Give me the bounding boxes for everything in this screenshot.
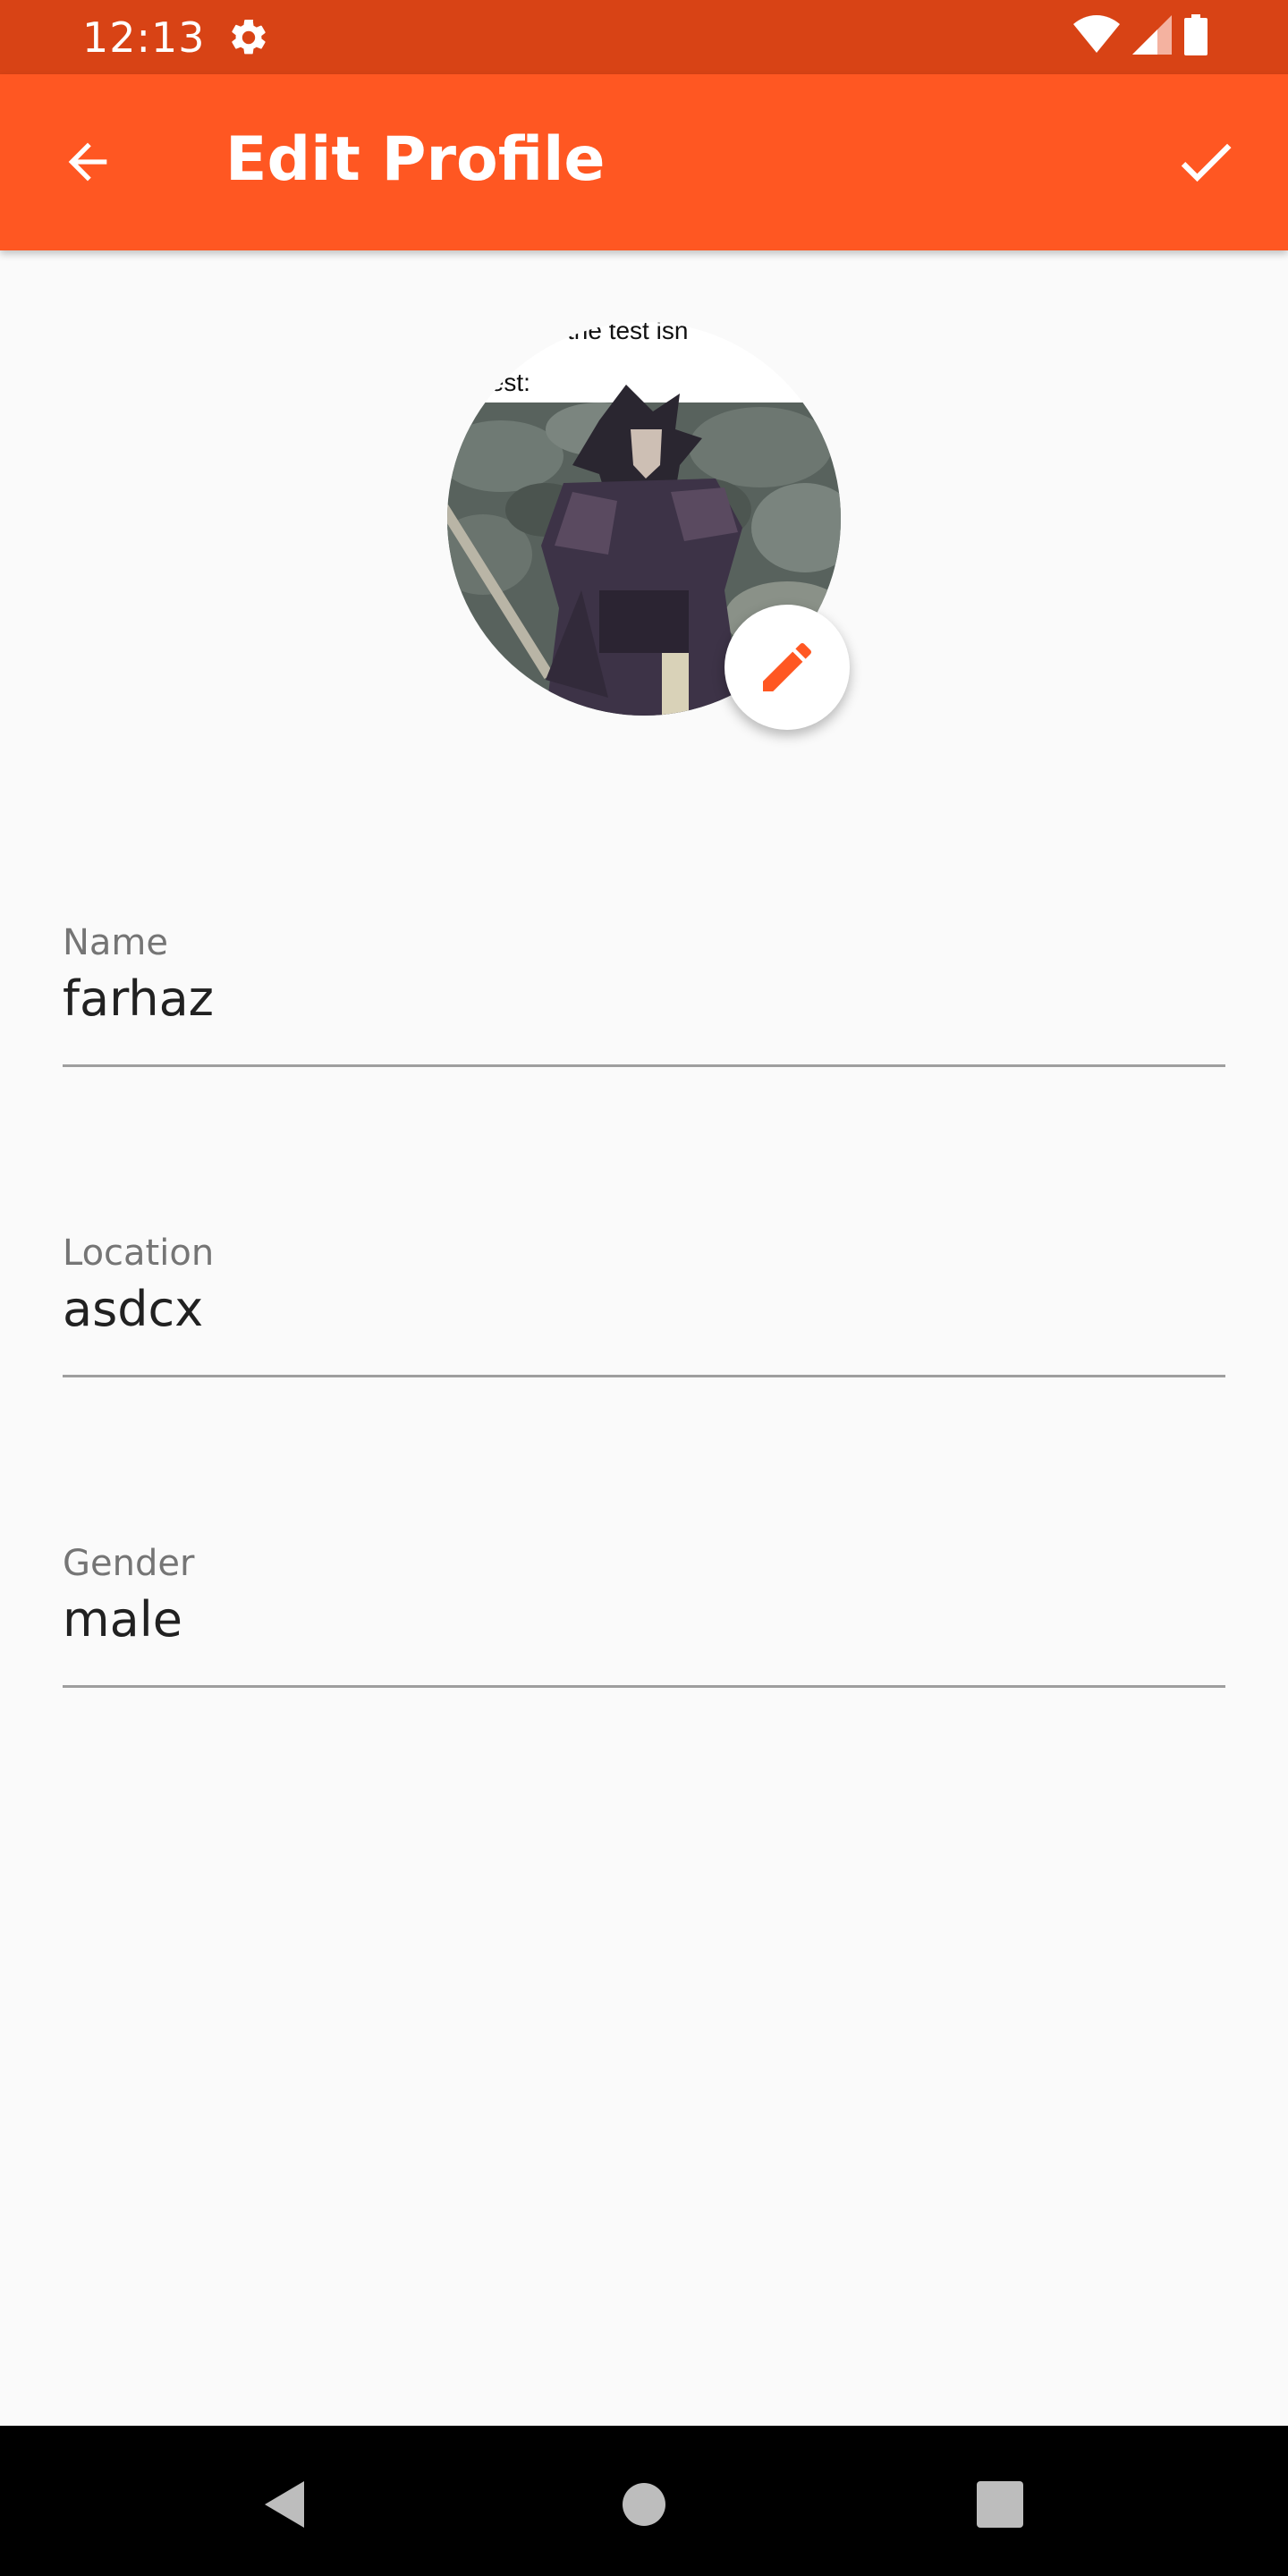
- status-icons: [1073, 13, 1208, 60]
- name-label: Name: [63, 922, 169, 963]
- status-time: 12:13: [82, 13, 206, 62]
- recents-square-icon: [977, 2481, 1023, 2528]
- status-bar: 12:13: [0, 0, 1288, 74]
- battery-icon: [1184, 13, 1208, 60]
- settings-gear-icon: [227, 16, 270, 59]
- avatar-overlay-text-1: the test isn: [567, 322, 689, 344]
- gender-label: Gender: [63, 1543, 195, 1584]
- location-label: Location: [63, 1233, 215, 1274]
- page-title: Edit Profile: [225, 124, 606, 195]
- pencil-icon: [763, 642, 812, 691]
- nav-back-button[interactable]: [242, 2462, 327, 2547]
- gender-input[interactable]: male: [63, 1590, 182, 1649]
- nav-recents-button[interactable]: [957, 2462, 1043, 2547]
- name-field[interactable]: Name farhaz: [63, 921, 1225, 1082]
- cell-signal-icon: [1132, 14, 1172, 59]
- check-icon: [1181, 143, 1232, 182]
- avatar-container: the test isn test:: [447, 322, 850, 730]
- gender-field[interactable]: Gender male: [63, 1542, 1225, 1703]
- system-nav-bar: [0, 2426, 1288, 2576]
- back-button[interactable]: [45, 119, 131, 205]
- wifi-icon: [1073, 14, 1120, 59]
- edit-avatar-button[interactable]: [724, 605, 850, 730]
- save-button[interactable]: [1157, 119, 1254, 205]
- location-underline: [63, 1375, 1225, 1377]
- gender-underline: [63, 1685, 1225, 1688]
- arrow-back-icon: [68, 142, 107, 182]
- avatar-overlay-text-2: test:: [483, 369, 530, 396]
- home-circle-icon: [623, 2483, 665, 2526]
- location-field[interactable]: Location asdcx: [63, 1232, 1225, 1393]
- back-triangle-icon: [265, 2481, 304, 2528]
- name-underline: [63, 1064, 1225, 1067]
- location-input[interactable]: asdcx: [63, 1280, 203, 1339]
- app-bar: Edit Profile: [0, 74, 1288, 250]
- name-input[interactable]: farhaz: [63, 970, 214, 1029]
- nav-home-button[interactable]: [601, 2462, 687, 2547]
